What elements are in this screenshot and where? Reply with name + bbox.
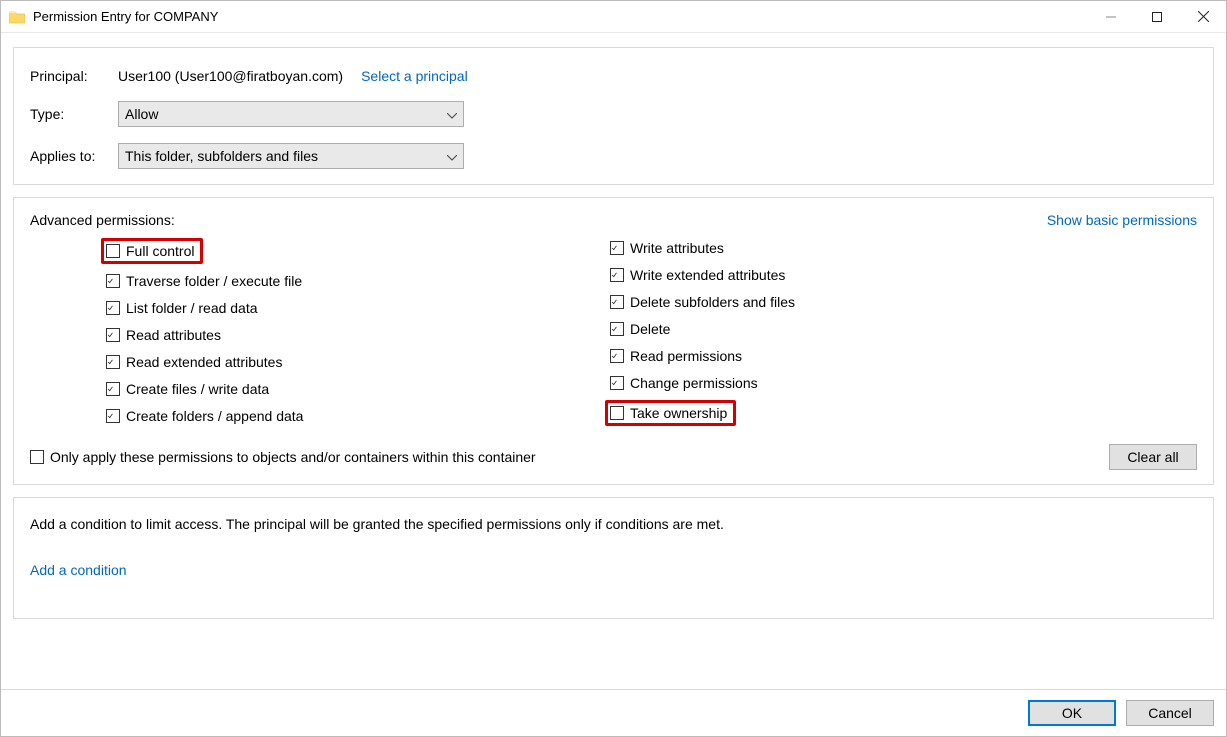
window-title: Permission Entry for COMPANY	[33, 9, 218, 24]
permission-label: Write attributes	[630, 240, 724, 256]
permission-label: Full control	[126, 243, 194, 259]
show-basic-permissions-link[interactable]: Show basic permissions	[1047, 212, 1197, 228]
clear-all-label: Clear all	[1127, 449, 1178, 465]
permissions-column-left: Full control Traverse folder / execute fi…	[106, 238, 610, 426]
permission-item: Read permissions	[610, 346, 795, 366]
minimize-button[interactable]	[1088, 1, 1134, 32]
applies-dropdown[interactable]: This folder, subfolders and files	[118, 143, 464, 169]
type-value: Allow	[125, 106, 158, 122]
only-apply-label: Only apply these permissions to objects …	[50, 449, 536, 465]
cancel-label: Cancel	[1148, 705, 1192, 721]
permission-item: Write extended attributes	[610, 265, 795, 285]
permission-label: Read permissions	[630, 348, 742, 364]
permission-item: Delete subfolders and files	[610, 292, 795, 312]
permission-label: Delete	[630, 321, 670, 337]
principal-value: User100 (User100@firatboyan.com)	[118, 68, 343, 84]
title-bar: Permission Entry for COMPANY	[1, 1, 1226, 33]
applies-value: This folder, subfolders and files	[125, 148, 318, 164]
principal-label: Principal:	[30, 68, 118, 84]
add-condition-link[interactable]: Add a condition	[30, 562, 1197, 578]
permission-item: Write attributes	[610, 238, 795, 258]
permission-item: Change permissions	[610, 373, 795, 393]
permission-label: Read extended attributes	[126, 354, 282, 370]
principal-panel: Principal: User100 (User100@firatboyan.c…	[13, 47, 1214, 185]
maximize-button[interactable]	[1134, 1, 1180, 32]
permission-item: Create folders / append data	[106, 406, 610, 426]
type-label: Type:	[30, 106, 118, 122]
folder-icon	[9, 10, 25, 24]
condition-panel: Add a condition to limit access. The pri…	[13, 497, 1214, 619]
ok-button[interactable]: OK	[1028, 700, 1116, 726]
window-controls	[1088, 1, 1226, 32]
permission-checkbox[interactable]	[106, 328, 120, 342]
permission-label: List folder / read data	[126, 300, 258, 316]
permission-item: Read attributes	[106, 325, 610, 345]
clear-all-button[interactable]: Clear all	[1109, 444, 1197, 470]
applies-label: Applies to:	[30, 148, 118, 164]
condition-text: Add a condition to limit access. The pri…	[30, 516, 1197, 532]
permission-label: Take ownership	[630, 405, 727, 421]
permission-checkbox[interactable]	[106, 244, 120, 258]
permission-entry-dialog: Permission Entry for COMPANY Principal: …	[0, 0, 1227, 737]
permission-label: Traverse folder / execute file	[126, 273, 302, 289]
permission-checkbox[interactable]	[106, 355, 120, 369]
permission-label: Write extended attributes	[630, 267, 785, 283]
permission-checkbox[interactable]	[106, 382, 120, 396]
permissions-column-right: Write attributes Write extended attribute…	[610, 238, 795, 426]
permission-checkbox[interactable]	[106, 274, 120, 288]
permission-item: Delete	[610, 319, 795, 339]
permission-item: Full control	[101, 238, 203, 264]
permission-checkbox[interactable]	[610, 322, 624, 336]
permission-item: Create files / write data	[106, 379, 610, 399]
cancel-button[interactable]: Cancel	[1126, 700, 1214, 726]
permission-label: Delete subfolders and files	[630, 294, 795, 310]
permission-label: Read attributes	[126, 327, 221, 343]
permission-label: Change permissions	[630, 375, 758, 391]
permission-checkbox[interactable]	[610, 295, 624, 309]
permission-checkbox[interactable]	[106, 301, 120, 315]
permission-checkbox[interactable]	[106, 409, 120, 423]
permission-checkbox[interactable]	[610, 376, 624, 390]
permission-checkbox[interactable]	[610, 241, 624, 255]
permissions-heading: Advanced permissions:	[30, 212, 175, 228]
permission-checkbox[interactable]	[610, 268, 624, 282]
select-principal-link[interactable]: Select a principal	[361, 68, 468, 84]
permission-checkbox[interactable]	[610, 406, 624, 420]
only-apply-checkbox[interactable]	[30, 450, 44, 464]
permissions-panel: Advanced permissions: Show basic permiss…	[13, 197, 1214, 485]
permission-checkbox[interactable]	[610, 349, 624, 363]
permission-label: Create folders / append data	[126, 408, 303, 424]
ok-label: OK	[1062, 705, 1082, 721]
permission-item: Read extended attributes	[106, 352, 610, 372]
type-dropdown[interactable]: Allow	[118, 101, 464, 127]
dialog-footer: OK Cancel	[1, 689, 1226, 736]
permission-label: Create files / write data	[126, 381, 269, 397]
permission-item: Traverse folder / execute file	[106, 271, 610, 291]
close-button[interactable]	[1180, 1, 1226, 32]
chevron-down-icon	[447, 106, 457, 122]
permission-item: Take ownership	[605, 400, 736, 426]
permission-item: List folder / read data	[106, 298, 610, 318]
chevron-down-icon	[447, 148, 457, 164]
